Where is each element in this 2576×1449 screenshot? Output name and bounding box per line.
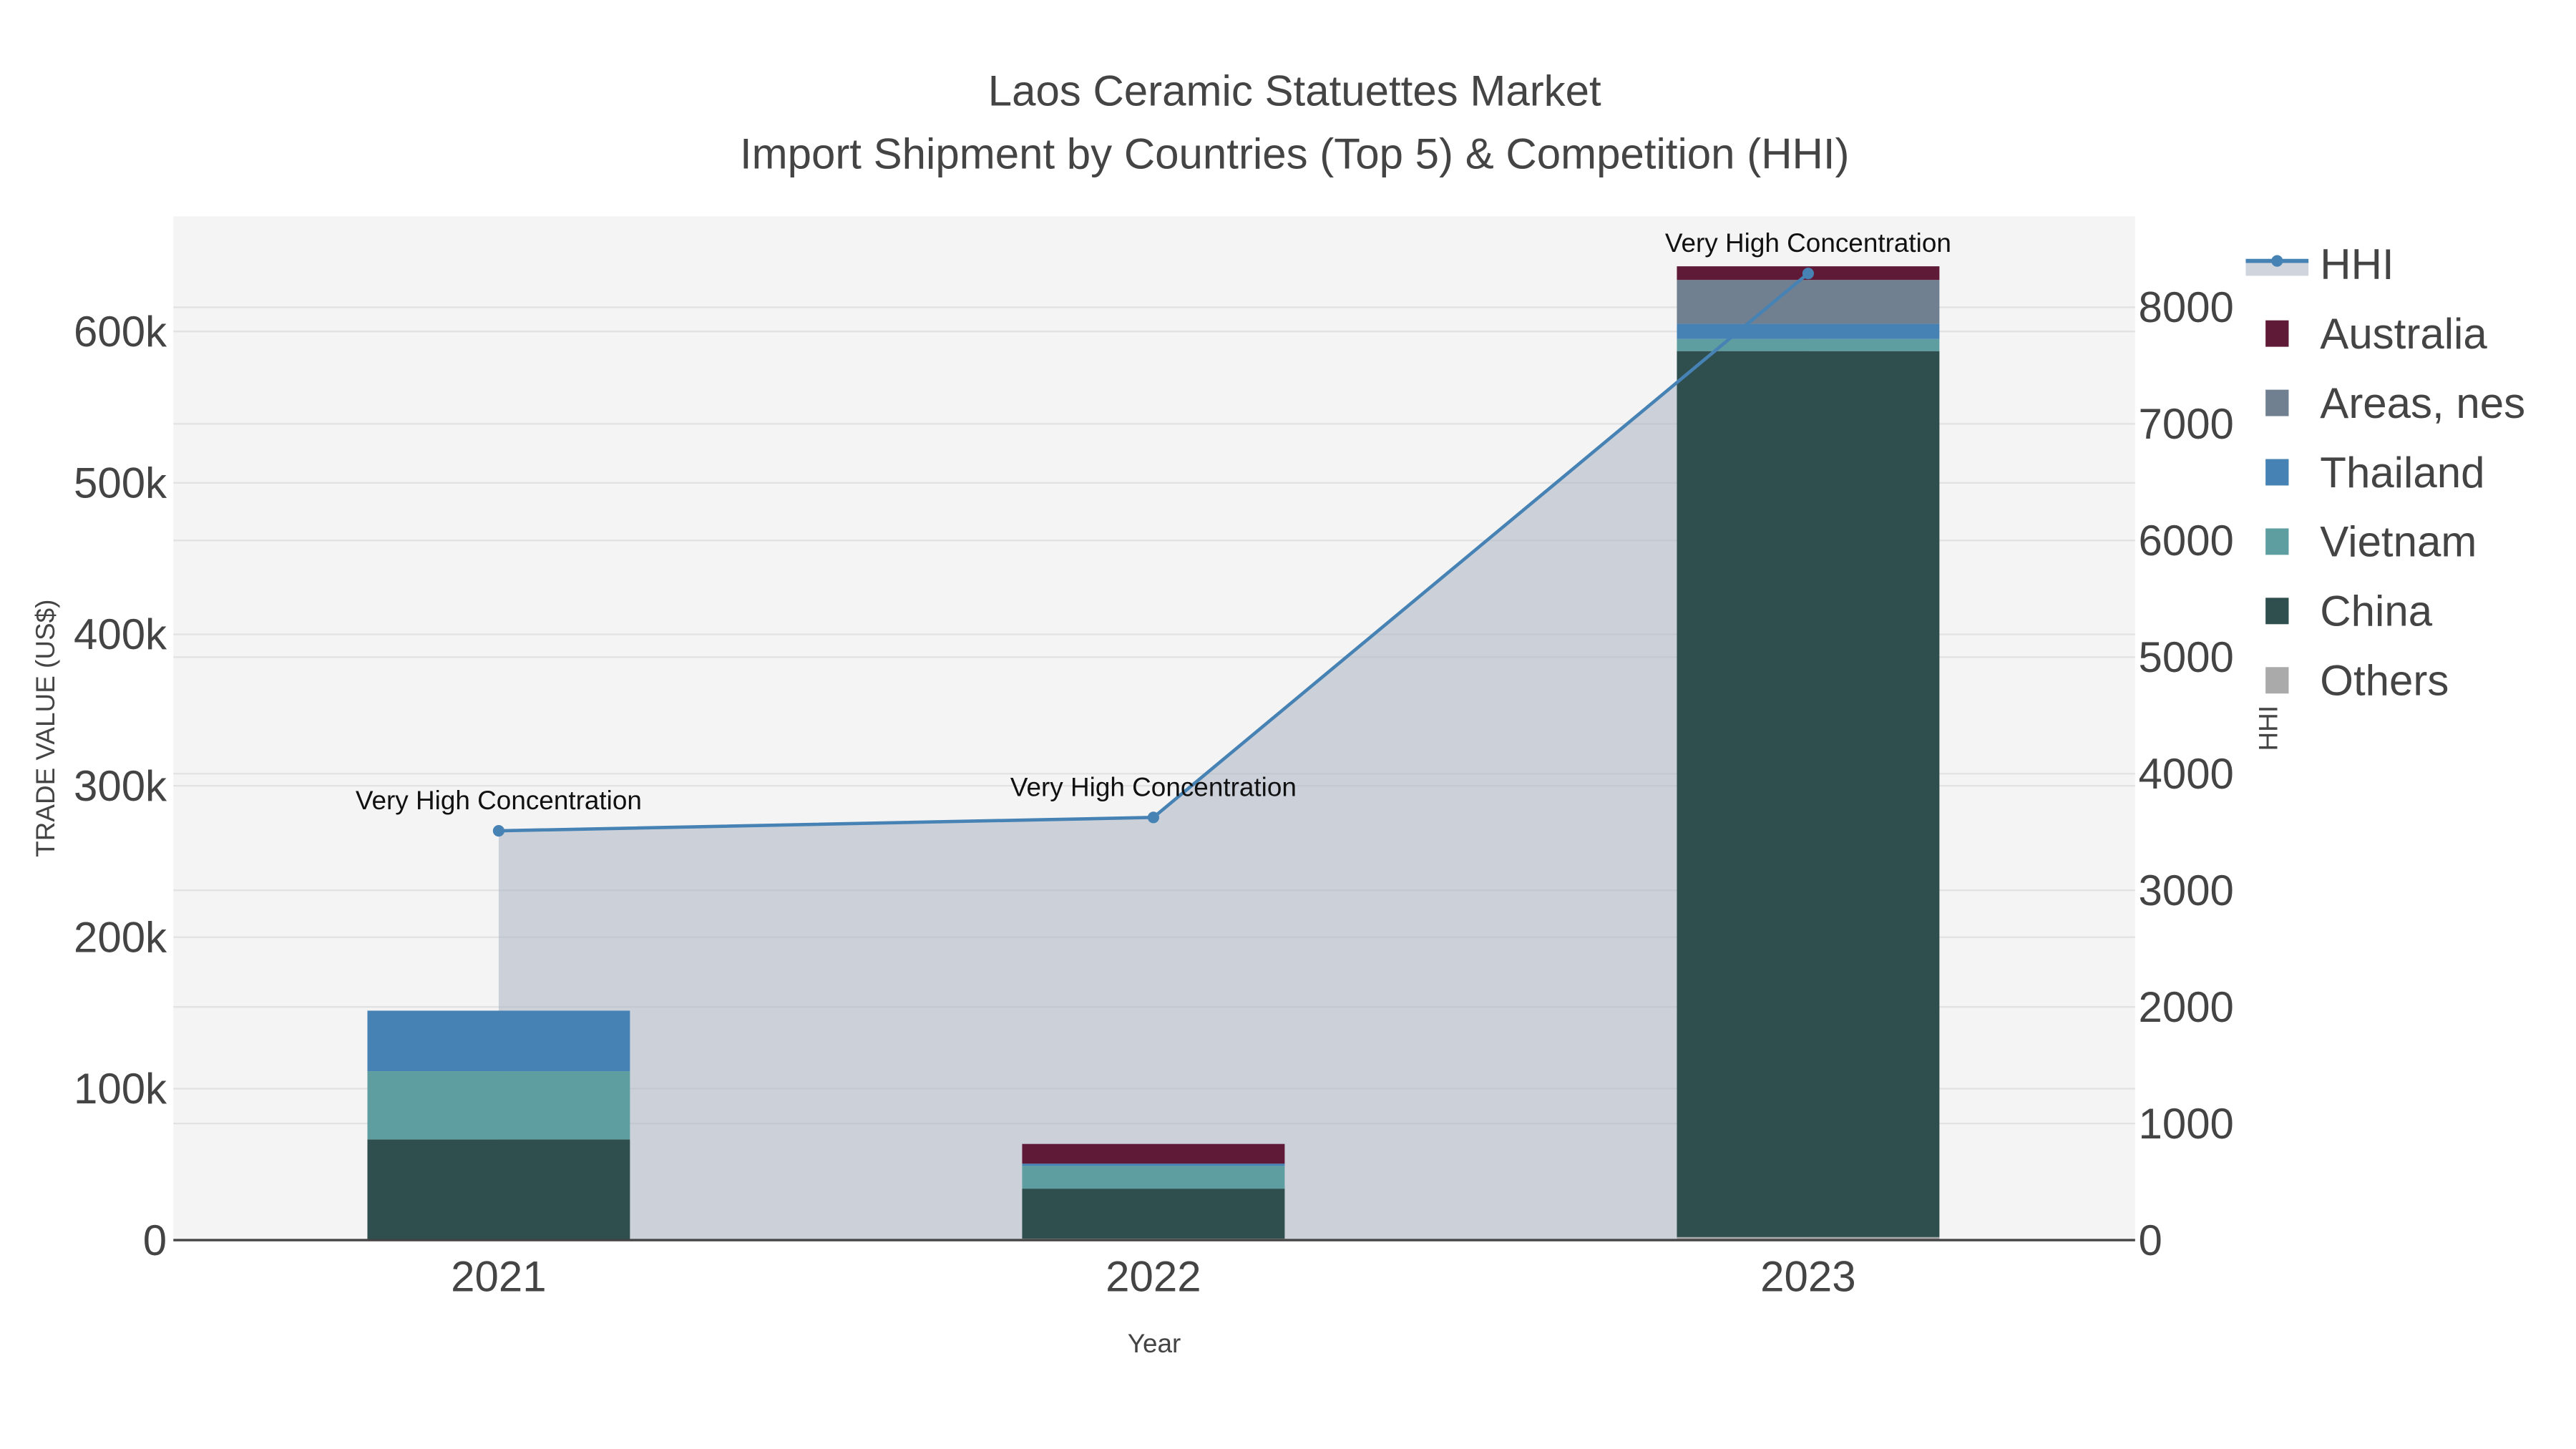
y2-tick-label: 4000: [2138, 750, 2233, 798]
bar-thailand-2021: [367, 1010, 630, 1072]
hhi-annotation: Very High Concentration: [356, 786, 642, 815]
y2-tick-label: 1000: [2138, 1100, 2233, 1148]
y-tick-label: 300k: [74, 762, 167, 810]
chart-subtitle: Import Shipment by Countries (Top 5) & C…: [740, 130, 1850, 177]
y2-tick-label: 3000: [2138, 867, 2233, 914]
y2-axis-ticks: 0 1000 2000 3000 4000 5000 6000 7000 8000: [2138, 283, 2233, 1264]
x-axis-ticks: 2021 2022 2023: [451, 1253, 1855, 1301]
legend-swatch-areas-nes: [2265, 389, 2289, 416]
y2-tick-label: 8000: [2138, 283, 2233, 331]
y-tick-label: 0: [143, 1216, 167, 1264]
bar-thailand-2023: [1677, 323, 1940, 339]
chart: Laos Ceramic Statuettes Market Import Sh…: [31, 67, 2525, 1358]
legend-label-hhi[interactable]: HHI: [2320, 240, 2394, 288]
legend-swatch-china: [2265, 597, 2289, 625]
bar-vietnam-2022: [1022, 1166, 1285, 1189]
y2-tick-label: 2000: [2138, 983, 2233, 1031]
hhi-point-2021: [492, 825, 504, 837]
legend-label-areas-nes[interactable]: Areas, nes: [2320, 379, 2525, 427]
y-axis-ticks: 0 100k 200k 300k 400k 500k 600k: [74, 308, 167, 1264]
y2-tick-label: 7000: [2138, 400, 2233, 448]
y-tick-label: 400k: [74, 610, 167, 658]
hhi-point-2023: [1802, 268, 1814, 280]
legend-label-australia[interactable]: Australia: [2320, 310, 2487, 358]
hhi-annotation: Very High Concentration: [1010, 772, 1297, 801]
legend: HHI Australia Areas, nes Thailand Vietnam Chi…: [2245, 240, 2525, 705]
legend-label-others[interactable]: Others: [2320, 657, 2449, 705]
bar-china-2022: [1022, 1189, 1285, 1239]
legend-hhi-marker-icon: [2271, 255, 2283, 267]
bar-areas-nes-2023: [1677, 280, 1940, 324]
hhi-point-2022: [1147, 811, 1159, 824]
x-tick-label: 2021: [451, 1253, 546, 1301]
chart-title: Laos Ceramic Statuettes Market: [988, 67, 1601, 115]
bar-china-2023: [1677, 351, 1940, 1237]
legend-swatch-others: [2265, 667, 2289, 694]
legend-swatch-thailand: [2265, 459, 2289, 486]
x-axis-label: Year: [1128, 1329, 1181, 1358]
legend-label-thailand[interactable]: Thailand: [2320, 449, 2484, 497]
y-tick-label: 200k: [74, 914, 167, 962]
y-tick-label: 500k: [74, 459, 167, 507]
legend-swatch-vietnam: [2265, 528, 2289, 555]
y2-tick-label: 5000: [2138, 633, 2233, 681]
y-tick-label: 100k: [74, 1065, 167, 1113]
x-tick-label: 2022: [1106, 1253, 1201, 1301]
legend-label-china[interactable]: China: [2320, 587, 2432, 635]
y-axis-label: TRADE VALUE (US$): [31, 600, 60, 857]
bar-thailand-2022: [1022, 1163, 1285, 1166]
legend-swatch-australia: [2265, 320, 2289, 347]
legend-label-vietnam[interactable]: Vietnam: [2320, 518, 2477, 566]
bar-china-2021: [367, 1139, 630, 1241]
x-tick-label: 2023: [1760, 1253, 1855, 1301]
hhi-annotation: Very High Concentration: [1665, 228, 1951, 258]
y2-axis-label: HHI: [2253, 706, 2283, 751]
y-tick-label: 600k: [74, 308, 167, 356]
y2-tick-label: 0: [2138, 1216, 2162, 1264]
bar-australia-2022: [1022, 1143, 1285, 1164]
y2-tick-label: 6000: [2138, 517, 2233, 565]
bar-vietnam-2021: [367, 1071, 630, 1140]
